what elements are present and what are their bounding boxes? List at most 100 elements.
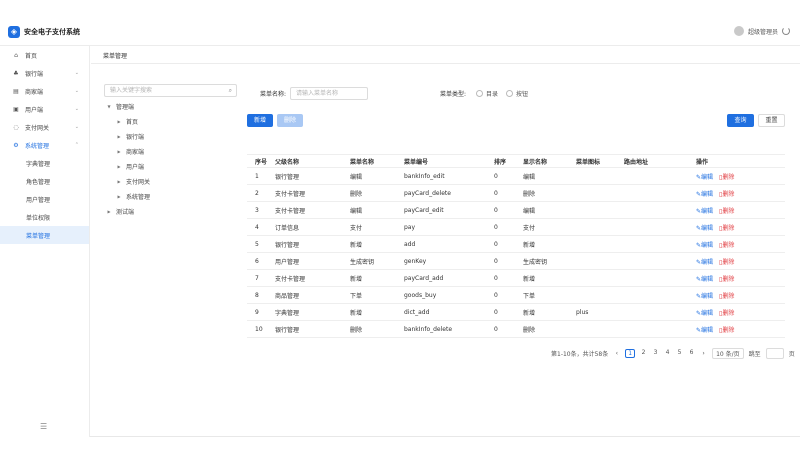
delete-link[interactable]: ▯删除	[719, 293, 734, 300]
search-button[interactable]: 查询	[727, 114, 754, 127]
caret-right-icon[interactable]: ▶	[114, 149, 124, 154]
edit-link[interactable]: ✎编辑	[696, 174, 713, 181]
sidebar-item[interactable]: ◌ 支付网关 ⌄	[0, 118, 89, 136]
delete-label[interactable]: 删除	[722, 174, 734, 181]
caret-right-icon[interactable]: ▶	[114, 134, 124, 139]
radio-circle-icon[interactable]	[506, 89, 514, 97]
logout-icon[interactable]	[782, 27, 790, 35]
edit-link[interactable]: ✎编辑	[696, 225, 713, 232]
tree-node[interactable]: ▼ 管理端	[104, 99, 238, 114]
delete-button[interactable]: 删除	[277, 114, 303, 127]
edit-link[interactable]: ✎编辑	[696, 276, 713, 283]
edit-link[interactable]: ✎编辑	[696, 191, 713, 198]
jump-input[interactable]	[765, 347, 784, 359]
delete-link[interactable]: ▯删除	[719, 259, 734, 266]
page-size-select[interactable]: 10 条/页	[712, 347, 744, 359]
caret-right-icon[interactable]: ▶	[114, 179, 124, 184]
delete-label[interactable]: 删除	[722, 293, 734, 300]
delete-link[interactable]: ▯删除	[719, 327, 734, 334]
edit-label[interactable]: 编辑	[701, 191, 713, 198]
page-number[interactable]: 6	[688, 349, 695, 358]
chevron-down-icon[interactable]: ⌄	[75, 88, 79, 94]
delete-label[interactable]: 删除	[722, 191, 734, 198]
delete-link[interactable]: ▯删除	[719, 191, 734, 198]
edit-link[interactable]: ✎编辑	[696, 259, 713, 266]
search-icon[interactable]: ⌕	[229, 85, 232, 96]
next-page-icon[interactable]: ›	[700, 350, 707, 357]
edit-link[interactable]: ✎编辑	[696, 310, 713, 317]
tree-node[interactable]: ▶ 商家端	[104, 144, 238, 159]
sidebar-subitem[interactable]: 字典管理	[0, 154, 89, 172]
sidebar-subitem[interactable]: 单位权限	[0, 208, 89, 226]
add-button[interactable]: 新增	[247, 114, 273, 127]
delete-link[interactable]: ▯删除	[719, 276, 734, 283]
caret-down-icon[interactable]: ▼	[104, 104, 114, 109]
page-number[interactable]: 5	[676, 349, 683, 358]
delete-label[interactable]: 删除	[722, 327, 734, 334]
edit-label[interactable]: 编辑	[701, 327, 713, 334]
caret-right-icon[interactable]: ▶	[114, 119, 124, 124]
tree-search-input[interactable]: 输入关键字搜索 ⌕	[104, 84, 237, 97]
edit-label[interactable]: 编辑	[701, 259, 713, 266]
delete-label[interactable]: 删除	[722, 259, 734, 266]
caret-right-icon[interactable]: ▶	[114, 164, 124, 169]
edit-label[interactable]: 编辑	[701, 276, 713, 283]
edit-link[interactable]: ✎编辑	[696, 242, 713, 249]
radio-button[interactable]: 按钮	[506, 89, 528, 98]
tree-node[interactable]: ▶ 系统管理	[104, 189, 238, 204]
page-number[interactable]: 4	[664, 349, 671, 358]
tree-node[interactable]: ▶ 测试端	[104, 204, 238, 219]
edit-label[interactable]: 编辑	[701, 225, 713, 232]
chevron-down-icon[interactable]: ⌄	[75, 124, 79, 130]
chevron-down-icon[interactable]: ⌄	[75, 106, 79, 112]
chevron-down-icon[interactable]: ⌄	[75, 70, 79, 76]
edit-link[interactable]: ✎编辑	[696, 293, 713, 300]
delete-label[interactable]: 删除	[722, 276, 734, 283]
user-name[interactable]: 超级管理员	[748, 27, 778, 36]
edit-link[interactable]: ✎编辑	[696, 208, 713, 215]
delete-label[interactable]: 删除	[722, 208, 734, 215]
sidebar-subitem[interactable]: 角色管理	[0, 172, 89, 190]
menu-name-input[interactable]: 请输入菜单名称	[290, 86, 369, 100]
caret-right-icon[interactable]: ▶	[104, 209, 114, 214]
page-number[interactable]: 3	[652, 349, 659, 358]
sidebar-subitem[interactable]: 菜单管理	[0, 226, 89, 244]
avatar[interactable]	[733, 26, 744, 36]
sidebar-item[interactable]: ▤ 商家端 ⌄	[0, 82, 89, 100]
delete-label[interactable]: 删除	[722, 242, 734, 249]
page-number[interactable]: 1	[625, 348, 636, 358]
edit-link[interactable]: ✎编辑	[696, 327, 713, 334]
edit-label[interactable]: 编辑	[701, 310, 713, 317]
caret-right-icon[interactable]: ▶	[114, 194, 124, 199]
edit-label[interactable]: 编辑	[701, 293, 713, 300]
sidebar-item[interactable]: ♣ 银行端 ⌄	[0, 64, 89, 82]
edit-label[interactable]: 编辑	[701, 242, 713, 249]
delete-link[interactable]: ▯删除	[719, 225, 734, 232]
edit-label[interactable]: 编辑	[701, 174, 713, 181]
delete-link[interactable]: ▯删除	[719, 174, 734, 181]
tab-menu-management[interactable]: 菜单管理	[103, 51, 127, 60]
reset-button[interactable]: 重置	[758, 114, 785, 127]
prev-page-icon[interactable]: ‹	[613, 350, 620, 357]
tree-node[interactable]: ▶ 首页	[104, 114, 238, 129]
chevron-up-icon[interactable]: ⌃	[75, 142, 79, 148]
row-actions: ✎编辑 ▯删除	[688, 308, 785, 317]
delete-link[interactable]: ▯删除	[719, 208, 734, 215]
delete-link[interactable]: ▯删除	[719, 242, 734, 249]
collapse-menu-icon[interactable]: ☰	[40, 422, 47, 431]
edit-label[interactable]: 编辑	[701, 208, 713, 215]
sidebar-subitem[interactable]: 用户管理	[0, 190, 89, 208]
delete-label[interactable]: 删除	[722, 225, 734, 232]
sidebar-item[interactable]: ⚙ 系统管理 ⌃	[0, 136, 89, 154]
tree-node[interactable]: ▶ 银行端	[104, 129, 238, 144]
sidebar-item[interactable]: ⌂ 首页	[0, 46, 89, 64]
delete-label[interactable]: 删除	[722, 310, 734, 317]
radio-circle-icon[interactable]	[476, 89, 484, 97]
tree-node[interactable]: ▶ 支付网关	[104, 174, 238, 189]
user-menu[interactable]: 超级管理员	[733, 26, 790, 36]
tree-node[interactable]: ▶ 用户端	[104, 159, 238, 174]
sidebar-item[interactable]: ▣ 用户端 ⌄	[0, 100, 89, 118]
delete-link[interactable]: ▯删除	[719, 310, 734, 317]
page-number[interactable]: 2	[640, 349, 647, 358]
radio-directory[interactable]: 目录	[476, 89, 498, 98]
